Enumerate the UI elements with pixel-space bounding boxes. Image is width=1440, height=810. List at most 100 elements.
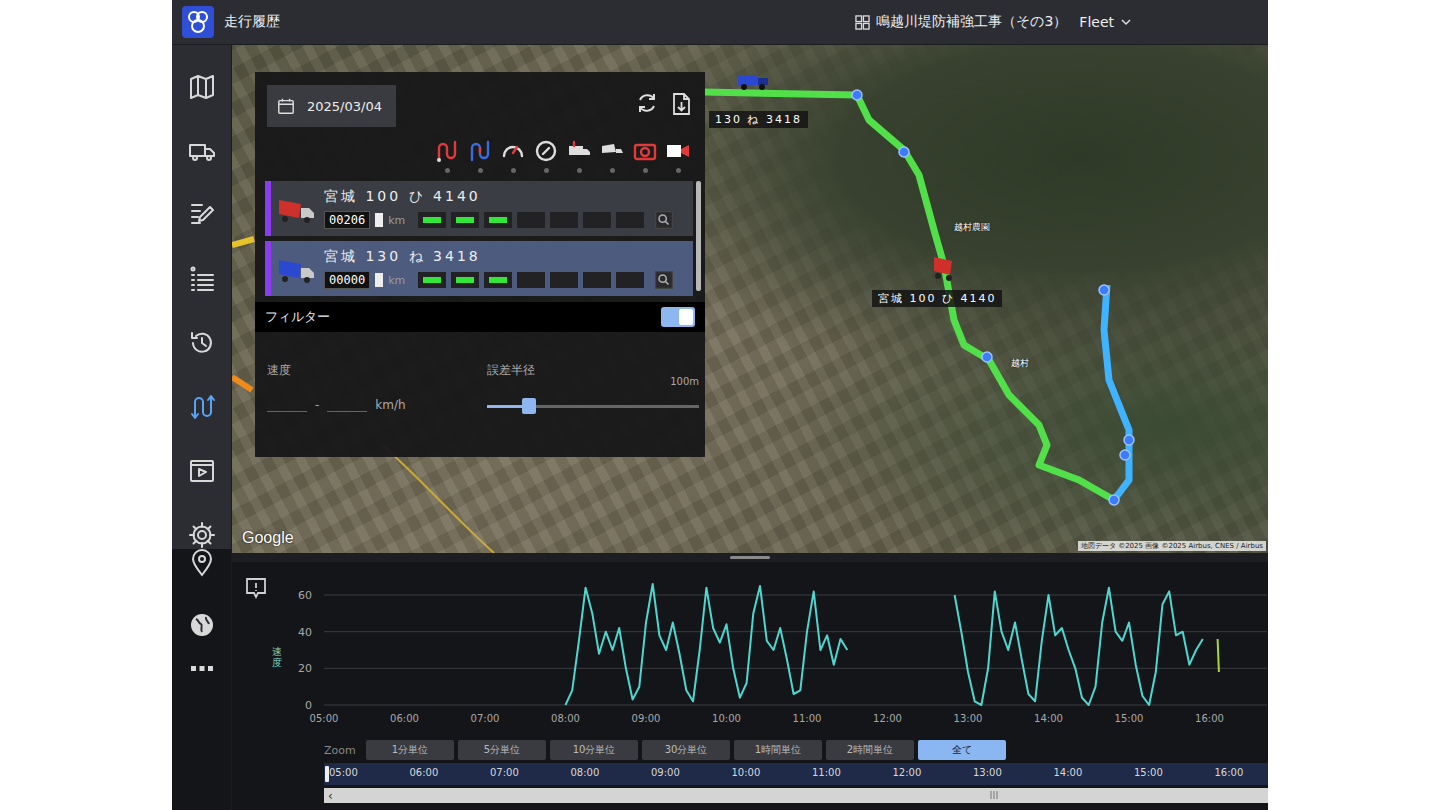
route-point[interactable] bbox=[982, 352, 992, 362]
status-cell bbox=[451, 212, 479, 228]
vehicle-row[interactable]: 宮城 100 ひ 414000206km bbox=[265, 181, 693, 236]
sidebar-item[interactable] bbox=[188, 265, 216, 293]
vehicle-row[interactable]: 宮城 130 ね 341800000km bbox=[265, 241, 693, 296]
zoom-button[interactable]: 30分単位 bbox=[642, 740, 730, 760]
panel-actions bbox=[635, 85, 701, 117]
filter-toggle[interactable] bbox=[661, 307, 695, 327]
tool-indicator bbox=[577, 168, 582, 173]
tool-indicator bbox=[478, 168, 483, 173]
timeline-tick: 09:00 bbox=[651, 767, 680, 778]
more-icon bbox=[188, 665, 216, 673]
route-point[interactable] bbox=[1099, 285, 1109, 295]
speed-line[interactable] bbox=[566, 584, 848, 705]
x-tick: 05:00 bbox=[310, 713, 339, 724]
horizontal-scrollbar[interactable]: ‹ bbox=[324, 788, 1268, 803]
sidebar-item[interactable] bbox=[188, 201, 216, 229]
grip-icon[interactable] bbox=[989, 790, 999, 800]
speed-line[interactable] bbox=[1218, 639, 1219, 672]
odometer-unit: km bbox=[388, 274, 405, 287]
alert-icon[interactable] bbox=[244, 576, 268, 600]
speed-unit: km/h bbox=[375, 398, 405, 412]
tool-button[interactable] bbox=[632, 138, 658, 173]
timeline-tick: 10:00 bbox=[732, 767, 761, 778]
tool-button[interactable] bbox=[467, 138, 493, 173]
odometer-unit-box bbox=[375, 273, 383, 287]
road-line bbox=[382, 445, 494, 553]
sidebar-item[interactable] bbox=[188, 665, 216, 673]
tool-button[interactable] bbox=[566, 138, 592, 173]
project-selector[interactable]: 鳴越川堤防補強工事（その3）Fleet bbox=[855, 13, 1132, 31]
splitter[interactable] bbox=[232, 553, 1268, 562]
sidebar-item[interactable] bbox=[188, 73, 216, 101]
zoom-icon[interactable] bbox=[655, 271, 673, 289]
tool-button[interactable] bbox=[434, 138, 460, 173]
tool-button[interactable] bbox=[500, 138, 526, 173]
vehicle-rows: 宮城 100 ひ 414000206km宮城 130 ね 341800000km bbox=[265, 181, 693, 296]
y-tick: 0 bbox=[305, 699, 1267, 712]
zoom-button[interactable]: 1時間単位 bbox=[734, 740, 822, 760]
fleet-label: Fleet bbox=[1079, 14, 1114, 30]
sidebar-item[interactable] bbox=[188, 393, 216, 421]
tool-button[interactable] bbox=[599, 138, 625, 173]
speed-max-input[interactable] bbox=[327, 395, 367, 412]
svg-text:60: 60 bbox=[298, 589, 312, 602]
tool-button[interactable] bbox=[533, 138, 559, 173]
scroll-left-button[interactable]: ‹ bbox=[324, 790, 333, 802]
date-picker[interactable]: 2025/03/04 bbox=[267, 85, 396, 127]
y-tick: 60 bbox=[298, 589, 1267, 602]
sidebar-item[interactable] bbox=[188, 549, 216, 577]
status-cell bbox=[517, 212, 545, 228]
truck-icon bbox=[277, 194, 317, 224]
zoom-button[interactable]: 全て bbox=[918, 740, 1006, 760]
sidebar-item[interactable] bbox=[188, 457, 216, 485]
svg-text:40: 40 bbox=[298, 626, 312, 639]
splitter-handle[interactable] bbox=[730, 556, 770, 559]
timeline[interactable]: 05:0006:0007:0008:0009:0010:0011:0012:00… bbox=[324, 763, 1268, 785]
tool-indicator bbox=[511, 168, 516, 173]
toggle-knob bbox=[679, 309, 693, 325]
zoom-button[interactable]: 5分単位 bbox=[458, 740, 546, 760]
zoom-icon[interactable] bbox=[655, 211, 673, 229]
status-cell bbox=[583, 212, 611, 228]
sidebar-item[interactable] bbox=[188, 329, 216, 357]
zoom-button[interactable]: 1分単位 bbox=[366, 740, 454, 760]
speed-field: 速度-km/h bbox=[267, 362, 477, 412]
red-truck-marker[interactable] bbox=[934, 257, 952, 281]
route-point[interactable] bbox=[1124, 435, 1134, 445]
route-point[interactable] bbox=[1120, 450, 1130, 460]
zoom-button[interactable]: 10分単位 bbox=[550, 740, 638, 760]
speed-min-input[interactable] bbox=[267, 395, 307, 412]
blue-truck-marker[interactable] bbox=[738, 75, 768, 90]
vehicle-color-bar bbox=[265, 241, 271, 296]
route-point[interactable] bbox=[899, 147, 909, 157]
vehicle-color-bar bbox=[265, 181, 271, 236]
radius-slider[interactable] bbox=[487, 405, 699, 408]
route-point[interactable] bbox=[1109, 495, 1119, 505]
speed-series bbox=[566, 584, 1203, 705]
truck-icon bbox=[277, 254, 317, 284]
list-scrollbar[interactable] bbox=[696, 181, 701, 291]
odometer-unit-box bbox=[375, 213, 383, 227]
dumper-icon bbox=[599, 138, 625, 164]
map[interactable]: 130 ね 3418宮城 100 ひ 4140越村農園越村Google地図データ… bbox=[232, 45, 1268, 553]
slider-thumb[interactable] bbox=[522, 398, 536, 414]
sidebar-item[interactable] bbox=[188, 137, 216, 165]
filter-fields: 速度-km/h誤差半径100m bbox=[265, 362, 701, 412]
refresh-icon[interactable] bbox=[635, 91, 659, 115]
download-icon[interactable] bbox=[669, 91, 693, 117]
radius-max: 100m bbox=[670, 376, 699, 387]
tool-indicator bbox=[643, 168, 648, 173]
brand[interactable]: 走行履歴 bbox=[182, 6, 280, 38]
route-point[interactable] bbox=[852, 90, 862, 100]
timeline-thumb[interactable] bbox=[325, 766, 329, 782]
vehicle-status-line: 00000km bbox=[324, 271, 673, 289]
tool-button[interactable] bbox=[665, 138, 691, 173]
sidebar-item[interactable] bbox=[188, 611, 216, 639]
status-cell bbox=[583, 272, 611, 288]
panel-header: 2025/03/04 bbox=[265, 85, 701, 127]
timeline-tick: 11:00 bbox=[812, 767, 841, 778]
speed-line[interactable] bbox=[955, 588, 1203, 705]
sidebar-item[interactable] bbox=[188, 521, 216, 549]
chart-plot: 604020005:0006:0007:0008:0009:0010:0011:… bbox=[284, 562, 1267, 732]
zoom-button[interactable]: 2時間単位 bbox=[826, 740, 914, 760]
